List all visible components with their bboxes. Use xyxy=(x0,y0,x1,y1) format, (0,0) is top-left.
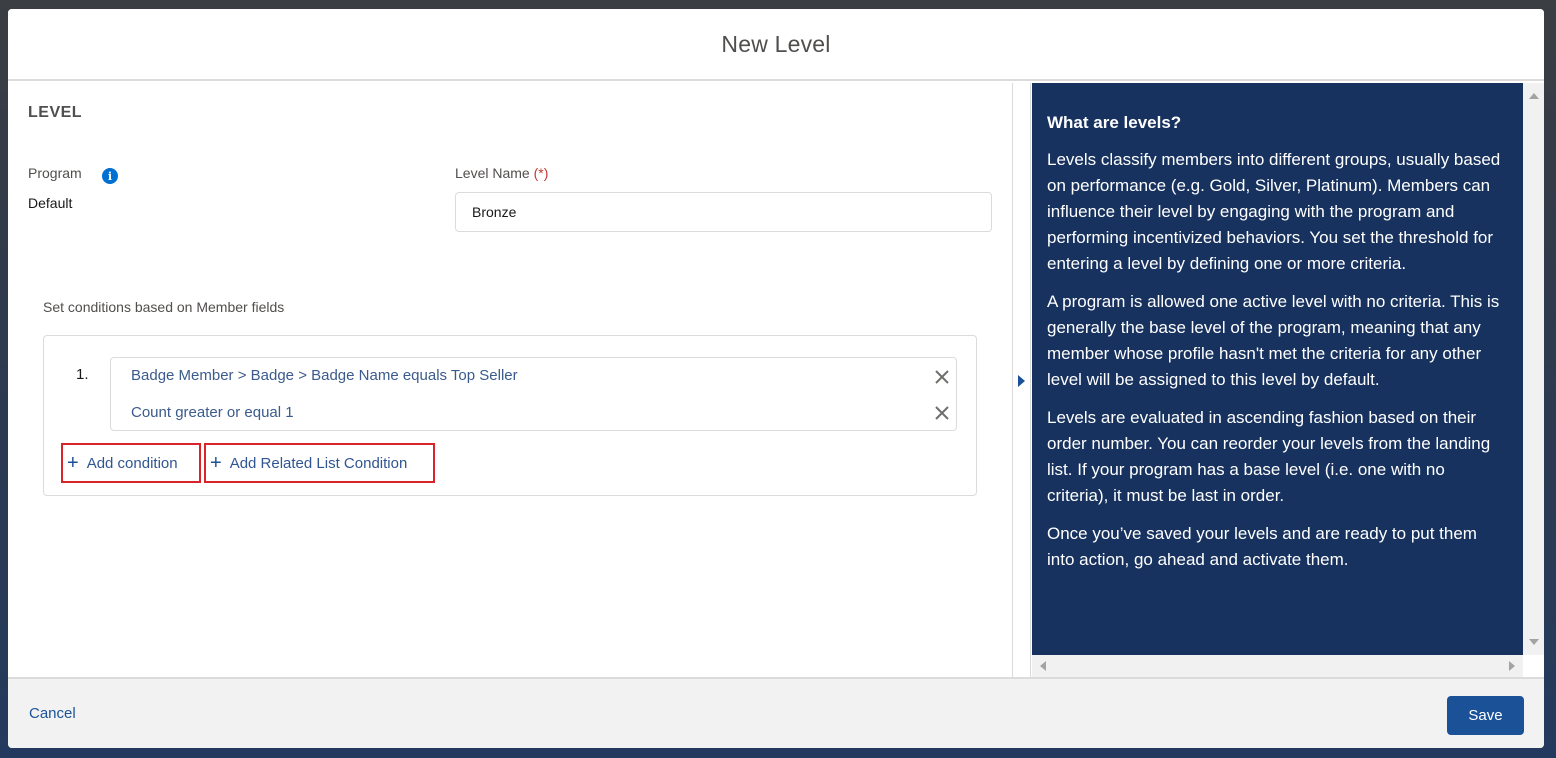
plus-icon: + xyxy=(210,452,222,474)
plus-icon: + xyxy=(67,452,79,474)
help-panel: What are levels? Levels classify members… xyxy=(1032,83,1523,655)
close-icon[interactable] xyxy=(934,405,950,421)
cancel-button[interactable]: Cancel xyxy=(29,705,76,722)
condition-line[interactable]: Count greater or equal 1 xyxy=(131,404,294,421)
condition-card: Badge Member > Badge > Badge Name equals… xyxy=(110,357,957,431)
add-related-list-condition-label: Add Related List Condition xyxy=(229,454,408,472)
modal-footer: Cancel Save xyxy=(8,677,1544,748)
section-title: LEVEL xyxy=(28,104,83,121)
close-icon[interactable] xyxy=(934,369,950,385)
add-condition-label: Add condition xyxy=(86,454,178,472)
scroll-up-icon[interactable] xyxy=(1529,93,1539,99)
program-label: Program xyxy=(28,165,82,181)
help-panel-toggle[interactable] xyxy=(1012,83,1031,677)
new-level-modal: New Level LEVEL Program i Default Level … xyxy=(8,9,1544,748)
help-paragraph: A program is allowed one active level wi… xyxy=(1047,292,1500,389)
caret-right-icon[interactable] xyxy=(1018,375,1025,387)
help-paragraph: Levels are evaluated in ascending fashio… xyxy=(1047,408,1491,505)
level-name-input[interactable] xyxy=(455,192,992,232)
info-icon[interactable]: i xyxy=(102,168,118,184)
scroll-down-icon[interactable] xyxy=(1529,639,1539,645)
level-name-label: Level Name (*) xyxy=(455,165,548,181)
condition-number: 1. xyxy=(76,366,89,383)
help-paragraph: Once you’ve saved your levels and are re… xyxy=(1047,524,1477,569)
scroll-left-icon[interactable] xyxy=(1040,661,1046,671)
help-paragraph: Levels classify members into different g… xyxy=(1047,150,1501,273)
program-value: Default xyxy=(28,195,73,211)
help-horizontal-scrollbar[interactable] xyxy=(1032,655,1523,677)
save-button[interactable]: Save xyxy=(1447,696,1524,735)
condition-line[interactable]: Badge Member > Badge > Badge Name equals… xyxy=(131,367,518,384)
required-marker: (*) xyxy=(533,165,549,181)
conditions-box: 1. Badge Member > Badge > Badge Name equ… xyxy=(43,335,977,496)
conditions-hint: Set conditions based on Member fields xyxy=(43,299,285,315)
level-form: LEVEL Program i Default Level Name (*) S… xyxy=(8,83,1012,677)
scroll-right-icon[interactable] xyxy=(1509,661,1515,671)
help-vertical-scrollbar[interactable] xyxy=(1523,83,1544,655)
level-name-label-text: Level Name xyxy=(455,165,530,181)
modal-title: New Level xyxy=(721,30,831,57)
add-condition-button[interactable]: + Add condition xyxy=(61,443,201,483)
help-title: What are levels? xyxy=(1047,113,1182,132)
add-related-list-condition-button[interactable]: + Add Related List Condition xyxy=(204,443,435,483)
modal-header: New Level xyxy=(8,9,1544,81)
